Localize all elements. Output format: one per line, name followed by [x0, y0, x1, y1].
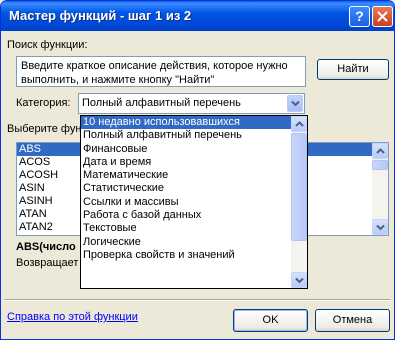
chevron-down-icon [291, 100, 300, 107]
help-button[interactable]: ? [349, 6, 370, 27]
window-title: Мастер функций - шаг 1 из 2 [9, 8, 192, 23]
scroll-up-button[interactable] [291, 116, 307, 132]
cancel-button[interactable]: Отмена [315, 309, 390, 332]
scroll-down-button[interactable] [291, 272, 307, 288]
function-signature: ABS(число [16, 241, 76, 253]
category-option[interactable]: Математические [81, 169, 307, 182]
find-button[interactable]: Найти [317, 59, 389, 80]
category-select[interactable]: Полный алфавитный перечень [78, 93, 305, 114]
category-option[interactable]: Логические [81, 236, 307, 249]
category-option[interactable]: Дата и время [81, 156, 307, 169]
title-bar[interactable]: Мастер функций - шаг 1 из 2 ? [1, 1, 394, 31]
question-icon: ? [355, 8, 364, 24]
chevron-up-icon [376, 148, 385, 154]
scroll-thumb[interactable] [291, 133, 307, 241]
close-icon [377, 11, 388, 22]
search-input[interactable]: Введите краткое описание действия, котор… [16, 56, 306, 87]
search-label: Поиск функции: [7, 39, 88, 51]
category-option[interactable]: Ссылки и массивы [81, 196, 307, 209]
functions-label: Выберите фун [7, 123, 82, 135]
category-dropdown-list[interactable]: 10 недавно использовавшихся Полный алфав… [80, 115, 308, 289]
function-list-scrollbar[interactable] [372, 143, 388, 235]
function-wizard-dialog: Мастер функций - шаг 1 из 2 ? Поиск функ… [0, 0, 395, 340]
chevron-down-icon [376, 224, 385, 231]
chevron-down-icon [295, 277, 304, 284]
category-label: Категория: [16, 97, 71, 109]
function-help-link[interactable]: Справка по этой функции [7, 311, 138, 323]
category-option[interactable]: Проверка свойств и значений [81, 249, 307, 262]
category-selected-value: Полный алфавитный перечень [82, 97, 241, 109]
scroll-up-button[interactable] [372, 143, 388, 159]
category-option[interactable]: Работа с базой данных [81, 209, 307, 222]
ok-button[interactable]: OK [233, 309, 308, 332]
category-option[interactable]: Текстовые [81, 222, 307, 235]
dialog-body: Поиск функции: Введите краткое описание … [4, 31, 391, 336]
category-option[interactable]: Полный алфавитный перечень [81, 129, 307, 142]
category-dropdown-scrollbar[interactable] [291, 116, 307, 288]
close-button[interactable] [372, 6, 393, 27]
category-option[interactable]: Финансовые [81, 143, 307, 156]
scroll-down-button[interactable] [372, 219, 388, 235]
category-option[interactable]: Статистические [81, 182, 307, 195]
category-option-recent[interactable]: 10 недавно использовавшихся [81, 116, 307, 130]
category-dropdown-button[interactable] [287, 95, 303, 112]
chevron-up-icon [295, 121, 304, 127]
scroll-thumb[interactable] [372, 160, 388, 170]
divider [4, 299, 391, 301]
